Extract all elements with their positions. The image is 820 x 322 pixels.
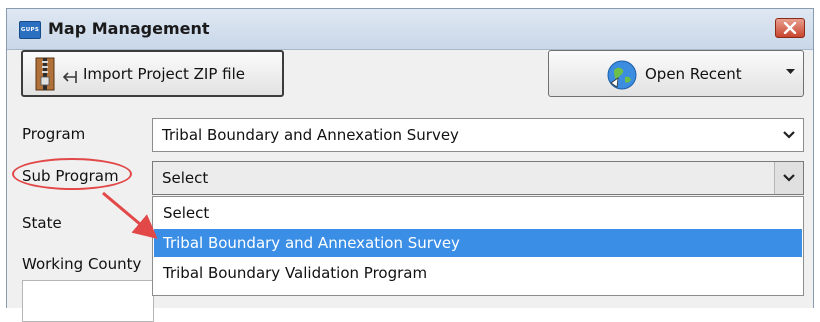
chevron-down-icon[interactable] xyxy=(774,162,803,194)
program-select[interactable]: Tribal Boundary and Annexation Survey xyxy=(152,118,804,152)
close-button[interactable] xyxy=(775,18,805,38)
app-icon: GUPS xyxy=(19,21,41,39)
dropdown-option-tribal-boundary-validation-program[interactable]: Tribal Boundary Validation Program xyxy=(154,259,802,287)
annotation-circle xyxy=(12,158,132,190)
sub-program-select[interactable]: Select xyxy=(152,161,804,195)
open-recent-label: Open Recent xyxy=(645,65,742,83)
import-button-label: Import Project ZIP file xyxy=(83,65,245,83)
globe-icon xyxy=(607,60,637,90)
sub-program-dropdown-list: Select Tribal Boundary and Annexation Su… xyxy=(152,196,804,296)
zip-import-icon xyxy=(35,57,77,91)
program-label: Program xyxy=(22,125,86,143)
title-bar: GUPS Map Management xyxy=(7,9,813,50)
sub-program-value: Select xyxy=(162,169,209,187)
working-county-panel xyxy=(22,280,154,322)
state-label: State xyxy=(22,214,62,232)
dropdown-option-select[interactable]: Select xyxy=(154,199,802,227)
close-icon xyxy=(783,22,797,34)
chevron-down-icon[interactable] xyxy=(775,119,803,151)
chevron-down-icon[interactable] xyxy=(786,69,795,75)
working-county-label: Working County xyxy=(22,255,142,273)
program-value: Tribal Boundary and Annexation Survey xyxy=(162,126,459,144)
open-recent-button[interactable]: Open Recent xyxy=(548,50,804,97)
window-title: Map Management xyxy=(48,19,210,38)
import-project-zip-button[interactable]: Import Project ZIP file xyxy=(21,50,284,97)
dropdown-option-tribal-boundary-annexation-survey[interactable]: Tribal Boundary and Annexation Survey xyxy=(154,229,802,257)
